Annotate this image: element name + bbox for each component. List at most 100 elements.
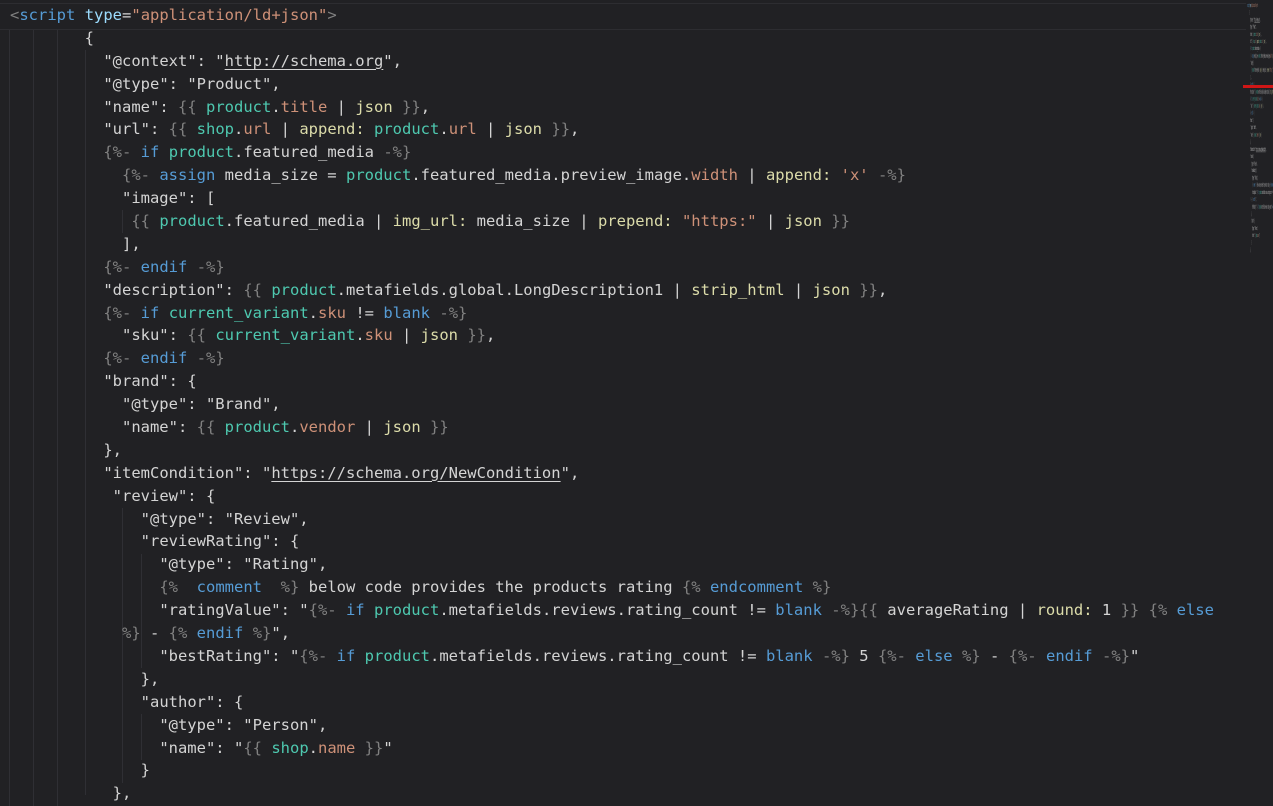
code-token: {%- [103, 349, 131, 367]
minimap-content: <script type="application/ld+json"> { "@… [1247, 2, 1273, 254]
code-token: product [365, 647, 430, 665]
code-token [393, 98, 402, 116]
code-token: }} [365, 739, 384, 757]
code-token: %} [813, 578, 832, 596]
code-token: product [374, 120, 439, 138]
code-token: "@type": "Rating", [1252, 175, 1258, 181]
code-token: product [346, 166, 411, 184]
code-line: {%- if current_variant.sku != blank -%} [1247, 95, 1273, 102]
code-line: {% comment %} below code provides the pr… [10, 576, 1214, 599]
code-token [813, 647, 822, 665]
code-token: append: [766, 166, 831, 184]
code-token: " [383, 739, 392, 757]
code-line: "itemCondition": "https://schema.org/New… [1247, 146, 1273, 153]
code-line: }, [1247, 246, 1273, 253]
code-line: %} - {% endif %}", [1247, 196, 1273, 203]
code-token: -%} [439, 304, 467, 322]
code-token [131, 143, 140, 161]
code-token: {%- [103, 258, 131, 276]
code-token: .metafields.reviews.rating_count != [430, 647, 766, 665]
code-line: {%- if product.featured_media -%} [1247, 45, 1273, 52]
code-editor[interactable]: <script type="application/ld+json"> { "@… [0, 0, 1273, 806]
code-token: %} [122, 624, 141, 642]
code-content[interactable]: <script type="application/ld+json"> { "@… [10, 4, 1214, 805]
code-token: | [393, 326, 421, 344]
code-line: {%- assign media_size = product.featured… [10, 164, 1214, 187]
code-token: .metafields.reviews.rating_count != [1262, 190, 1273, 196]
code-token [701, 578, 710, 596]
code-token: ", [1266, 146, 1267, 152]
code-token: {%- [103, 143, 131, 161]
code-token: "author": { [141, 693, 244, 711]
code-token: "itemCondition": " [103, 464, 271, 482]
code-token: %} [281, 578, 300, 596]
code-token: if [141, 143, 160, 161]
code-token: | [785, 281, 813, 299]
code-line: "bestRating": "{%- if product.metafields… [10, 645, 1214, 668]
code-token: title [281, 98, 328, 116]
code-token: - [981, 647, 1009, 665]
code-token [187, 120, 196, 138]
code-line: <script type="application/ld+json"> [1247, 2, 1273, 9]
code-token [131, 304, 140, 322]
code-token: {{ [131, 212, 150, 230]
code-token [822, 601, 831, 619]
code-token: ", [271, 624, 290, 642]
code-token [673, 212, 682, 230]
code-line: "author": { [10, 691, 1214, 714]
code-line: }, [10, 668, 1214, 691]
code-line: <script type="application/ld+json"> [10, 4, 1214, 27]
code-line: "description": {{ product.metafields.glo… [1247, 88, 1273, 95]
minimap[interactable]: <script type="application/ld+json"> { "@… [1246, 0, 1273, 806]
code-token: ", [1256, 197, 1257, 203]
code-token: below code provides the products rating [299, 578, 682, 596]
code-line: "ratingValue": "{%- if product.metafield… [10, 599, 1214, 622]
code-token: }, [1250, 247, 1251, 253]
code-line: "@type": "Product", [10, 73, 1214, 96]
code-token: if [337, 647, 356, 665]
code-line: "image": [ [10, 187, 1214, 210]
code-token: } [141, 761, 150, 779]
code-token [337, 601, 346, 619]
code-token: {{ [859, 601, 878, 619]
code-token [187, 258, 196, 276]
code-line: }, [10, 782, 1214, 805]
code-token: "review": { [1250, 154, 1253, 160]
code-token: }, [113, 784, 132, 802]
code-token [1037, 647, 1046, 665]
code-token: "brand": { [103, 372, 196, 390]
code-token: json [505, 120, 542, 138]
code-token [150, 166, 159, 184]
code-token: {%- [878, 647, 906, 665]
code-line: "@type": "Person", [10, 714, 1214, 737]
code-token [197, 98, 206, 116]
code-token: product [271, 281, 336, 299]
code-token: -%} [822, 647, 850, 665]
code-token [1167, 601, 1176, 619]
code-line: }, [10, 439, 1214, 462]
code-token [178, 578, 197, 596]
code-token: sku [365, 326, 393, 344]
code-token: }, [103, 441, 122, 459]
code-line: "name": {{ product.vendor | json }} [1247, 131, 1273, 138]
code-token [365, 601, 374, 619]
code-token: -%} [1260, 46, 1261, 52]
code-token [262, 739, 271, 757]
code-token: {% [169, 624, 188, 642]
code-token: {{ [243, 281, 262, 299]
code-token: media_size | [467, 212, 598, 230]
code-line: { [1247, 9, 1273, 16]
code-token: -%} [831, 601, 859, 619]
code-token: averageRating | [878, 601, 1037, 619]
code-token [850, 281, 859, 299]
code-token: "name": [103, 98, 178, 116]
code-token: -%} [1253, 110, 1254, 116]
code-token: strip_html [691, 281, 784, 299]
code-token: https://schema.org/NewCondition [1256, 146, 1266, 152]
code-token: | [271, 120, 299, 138]
code-token: product [206, 98, 271, 116]
code-line: "name": {{ product.title | json }}, [1247, 31, 1273, 38]
code-line: "@type": "Person", [1247, 225, 1273, 232]
code-line: "@type": "Brand", [10, 393, 1214, 416]
code-token: {%- [1009, 647, 1037, 665]
